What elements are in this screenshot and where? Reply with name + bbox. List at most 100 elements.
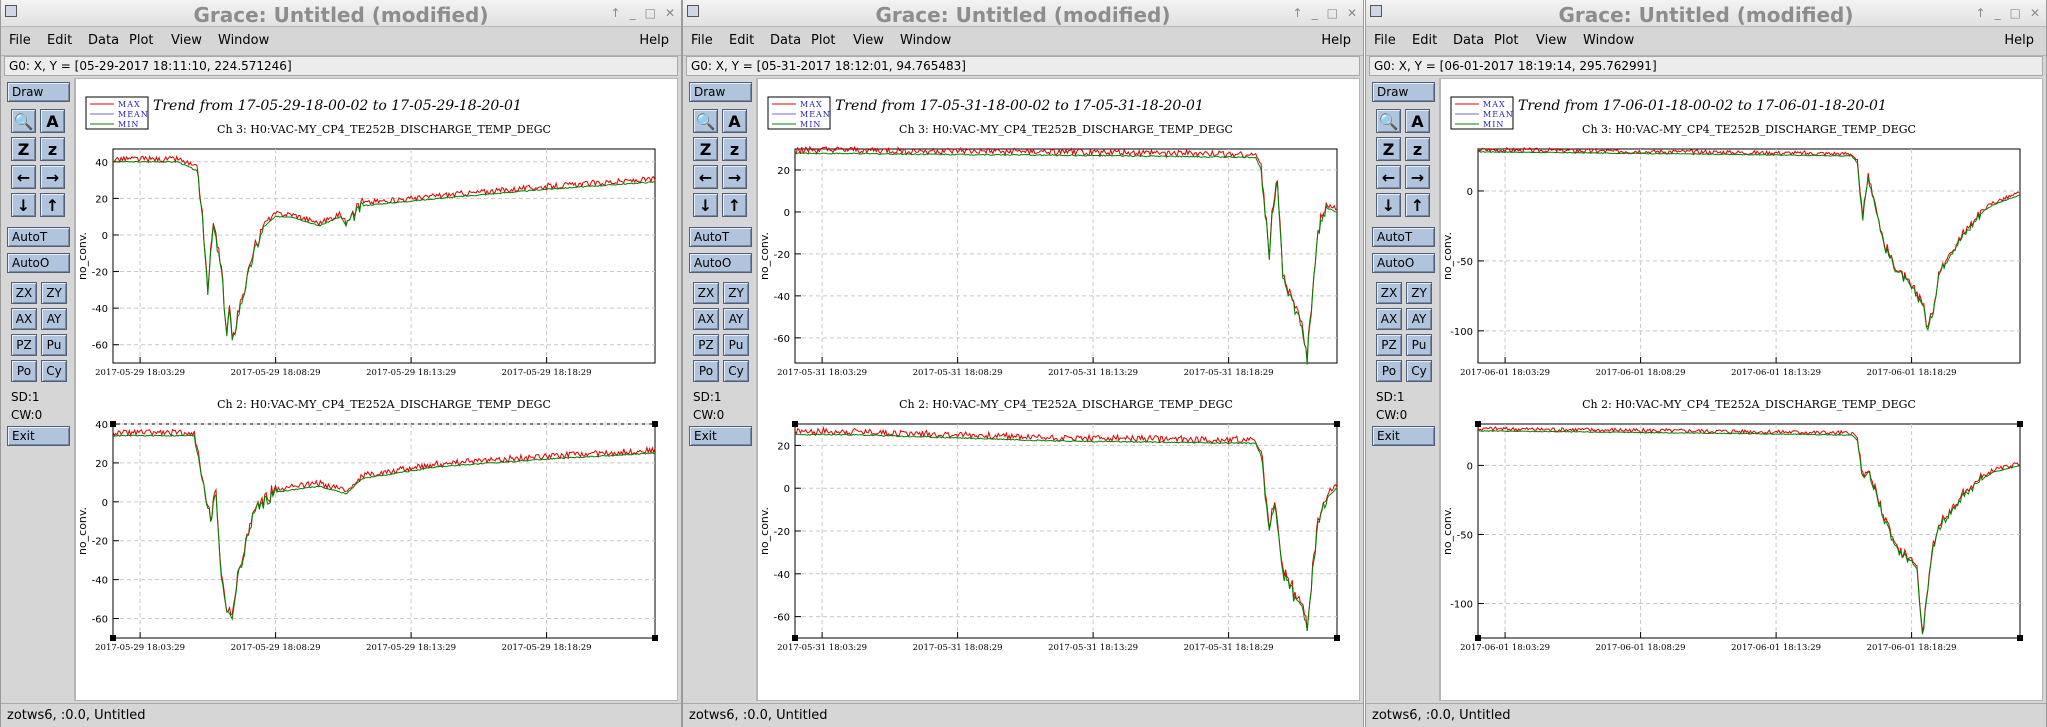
menu-data[interactable]: Data (1453, 33, 1484, 48)
arrow-up-icon[interactable]: ↑ (40, 193, 65, 217)
selection-handle[interactable] (792, 421, 798, 427)
graph-canvas[interactable]: MAX MEAN MIN Trend from 17-05-31-18-00-02 t… (757, 78, 1360, 701)
close-icon[interactable]: ✕ (2030, 6, 2040, 20)
menu-edit[interactable]: Edit (1412, 33, 1437, 48)
menu-edit[interactable]: Edit (47, 33, 72, 48)
zy-button[interactable]: ZY (723, 282, 749, 304)
pin-icon[interactable]: ↑ (1293, 6, 1303, 20)
zy-button[interactable]: ZY (1406, 282, 1432, 304)
menu-view[interactable]: View (171, 33, 202, 48)
maximize-icon[interactable]: □ (2010, 6, 2021, 20)
menu-view[interactable]: View (853, 33, 884, 48)
menu-file[interactable]: File (691, 33, 713, 48)
close-icon[interactable]: ✕ (665, 6, 675, 20)
menu-plot[interactable]: Plot (129, 33, 154, 48)
arrow-right-icon[interactable]: → (40, 165, 65, 189)
arrow-right-icon[interactable]: → (722, 165, 747, 189)
draw-button[interactable]: Draw (7, 82, 70, 102)
pin-icon[interactable]: ↑ (611, 6, 621, 20)
ax-button[interactable]: AX (693, 308, 719, 330)
menu-view[interactable]: View (1536, 33, 1567, 48)
arrow-up-icon[interactable]: ↑ (722, 193, 747, 217)
autot-button[interactable]: AutoT (1372, 227, 1435, 247)
title-bar[interactable]: Grace: Untitled (modified) ↑ _ □ ✕ (683, 0, 1363, 27)
selection-handle[interactable] (2017, 635, 2023, 641)
menu-data[interactable]: Data (770, 33, 801, 48)
po-button[interactable]: Po (693, 360, 719, 382)
arrow-down-icon[interactable]: ↓ (11, 193, 36, 217)
selection-handle[interactable] (1334, 421, 1340, 427)
arrow-down-icon[interactable]: ↓ (693, 193, 718, 217)
graph-svg[interactable]: MAXMEANMINTrend from 17-06-01-18-00-02 t… (1441, 79, 2042, 700)
selection-handle[interactable] (652, 421, 658, 427)
autot-button[interactable]: AutoT (7, 227, 70, 247)
autoscale-icon[interactable]: A (722, 109, 747, 133)
draw-button[interactable]: Draw (689, 82, 752, 102)
pz-button[interactable]: PZ (11, 334, 37, 356)
po-button[interactable]: Po (11, 360, 37, 382)
ay-button[interactable]: AY (41, 308, 67, 330)
ax-button[interactable]: AX (11, 308, 37, 330)
selection-handle[interactable] (792, 635, 798, 641)
selection-handle[interactable] (2017, 421, 2023, 427)
graph-canvas[interactable]: MAX MEAN MIN Trend from 17-05-29-18-00-02 t… (75, 78, 678, 701)
zx-button[interactable]: ZX (1376, 282, 1402, 304)
selection-handle[interactable] (1475, 635, 1481, 641)
zoom-in-icon[interactable]: Z (693, 137, 718, 161)
ay-button[interactable]: AY (1406, 308, 1432, 330)
zoom-in-icon[interactable]: Z (11, 137, 36, 161)
graph-canvas[interactable]: MAX MEAN MIN Trend from 17-06-01-18-00-02 t… (1440, 78, 2043, 701)
zx-button[interactable]: ZX (693, 282, 719, 304)
menu-plot[interactable]: Plot (811, 33, 836, 48)
cy-button[interactable]: Cy (1406, 360, 1432, 382)
menu-help[interactable]: Help (2004, 33, 2034, 48)
arrow-left-icon[interactable]: ← (693, 165, 718, 189)
zoom-out-icon[interactable]: z (1405, 137, 1430, 161)
selection-handle[interactable] (110, 635, 116, 641)
ax-button[interactable]: AX (1376, 308, 1402, 330)
selection-handle[interactable] (1334, 635, 1340, 641)
po-button[interactable]: Po (1376, 360, 1402, 382)
menu-help[interactable]: Help (639, 33, 669, 48)
menu-edit[interactable]: Edit (729, 33, 754, 48)
magnifier-icon[interactable]: 🔍 (1376, 109, 1401, 133)
autoo-button[interactable]: AutoO (7, 253, 70, 273)
minimize-icon[interactable]: _ (1312, 6, 1318, 20)
cy-button[interactable]: Cy (41, 360, 67, 382)
zx-button[interactable]: ZX (11, 282, 37, 304)
graph-svg[interactable]: MAXMEANMINTrend from 17-05-31-18-00-02 t… (758, 79, 1359, 700)
autoscale-icon[interactable]: A (1405, 109, 1430, 133)
exit-button[interactable]: Exit (689, 426, 752, 446)
draw-button[interactable]: Draw (1372, 82, 1435, 102)
selection-handle[interactable] (1475, 421, 1481, 427)
pu-button[interactable]: Pu (723, 334, 749, 356)
graph-svg[interactable]: MAXMEANMINTrend from 17-05-29-18-00-02 t… (76, 79, 677, 700)
autoo-button[interactable]: AutoO (689, 253, 752, 273)
arrow-down-icon[interactable]: ↓ (1376, 193, 1401, 217)
zy-button[interactable]: ZY (41, 282, 67, 304)
arrow-right-icon[interactable]: → (1405, 165, 1430, 189)
menu-plot[interactable]: Plot (1494, 33, 1519, 48)
menu-window[interactable]: Window (1583, 33, 1634, 48)
magnifier-icon[interactable]: 🔍 (693, 109, 718, 133)
arrow-left-icon[interactable]: ← (11, 165, 36, 189)
cy-button[interactable]: Cy (723, 360, 749, 382)
zoom-in-icon[interactable]: Z (1376, 137, 1401, 161)
menu-window[interactable]: Window (218, 33, 269, 48)
exit-button[interactable]: Exit (7, 426, 70, 446)
title-bar[interactable]: Grace: Untitled (modified) ↑ _ □ ✕ (1366, 0, 2046, 27)
menu-window[interactable]: Window (900, 33, 951, 48)
arrow-left-icon[interactable]: ← (1376, 165, 1401, 189)
zoom-out-icon[interactable]: z (40, 137, 65, 161)
minimize-icon[interactable]: _ (1995, 6, 2001, 20)
title-bar[interactable]: Grace: Untitled (modified) ↑ _ □ ✕ (1, 0, 681, 27)
close-icon[interactable]: ✕ (1347, 6, 1357, 20)
maximize-icon[interactable]: □ (1327, 6, 1338, 20)
selection-handle[interactable] (652, 635, 658, 641)
autot-button[interactable]: AutoT (689, 227, 752, 247)
maximize-icon[interactable]: □ (645, 6, 656, 20)
autoscale-icon[interactable]: A (40, 109, 65, 133)
ay-button[interactable]: AY (723, 308, 749, 330)
menu-file[interactable]: File (1374, 33, 1396, 48)
pz-button[interactable]: PZ (1376, 334, 1402, 356)
